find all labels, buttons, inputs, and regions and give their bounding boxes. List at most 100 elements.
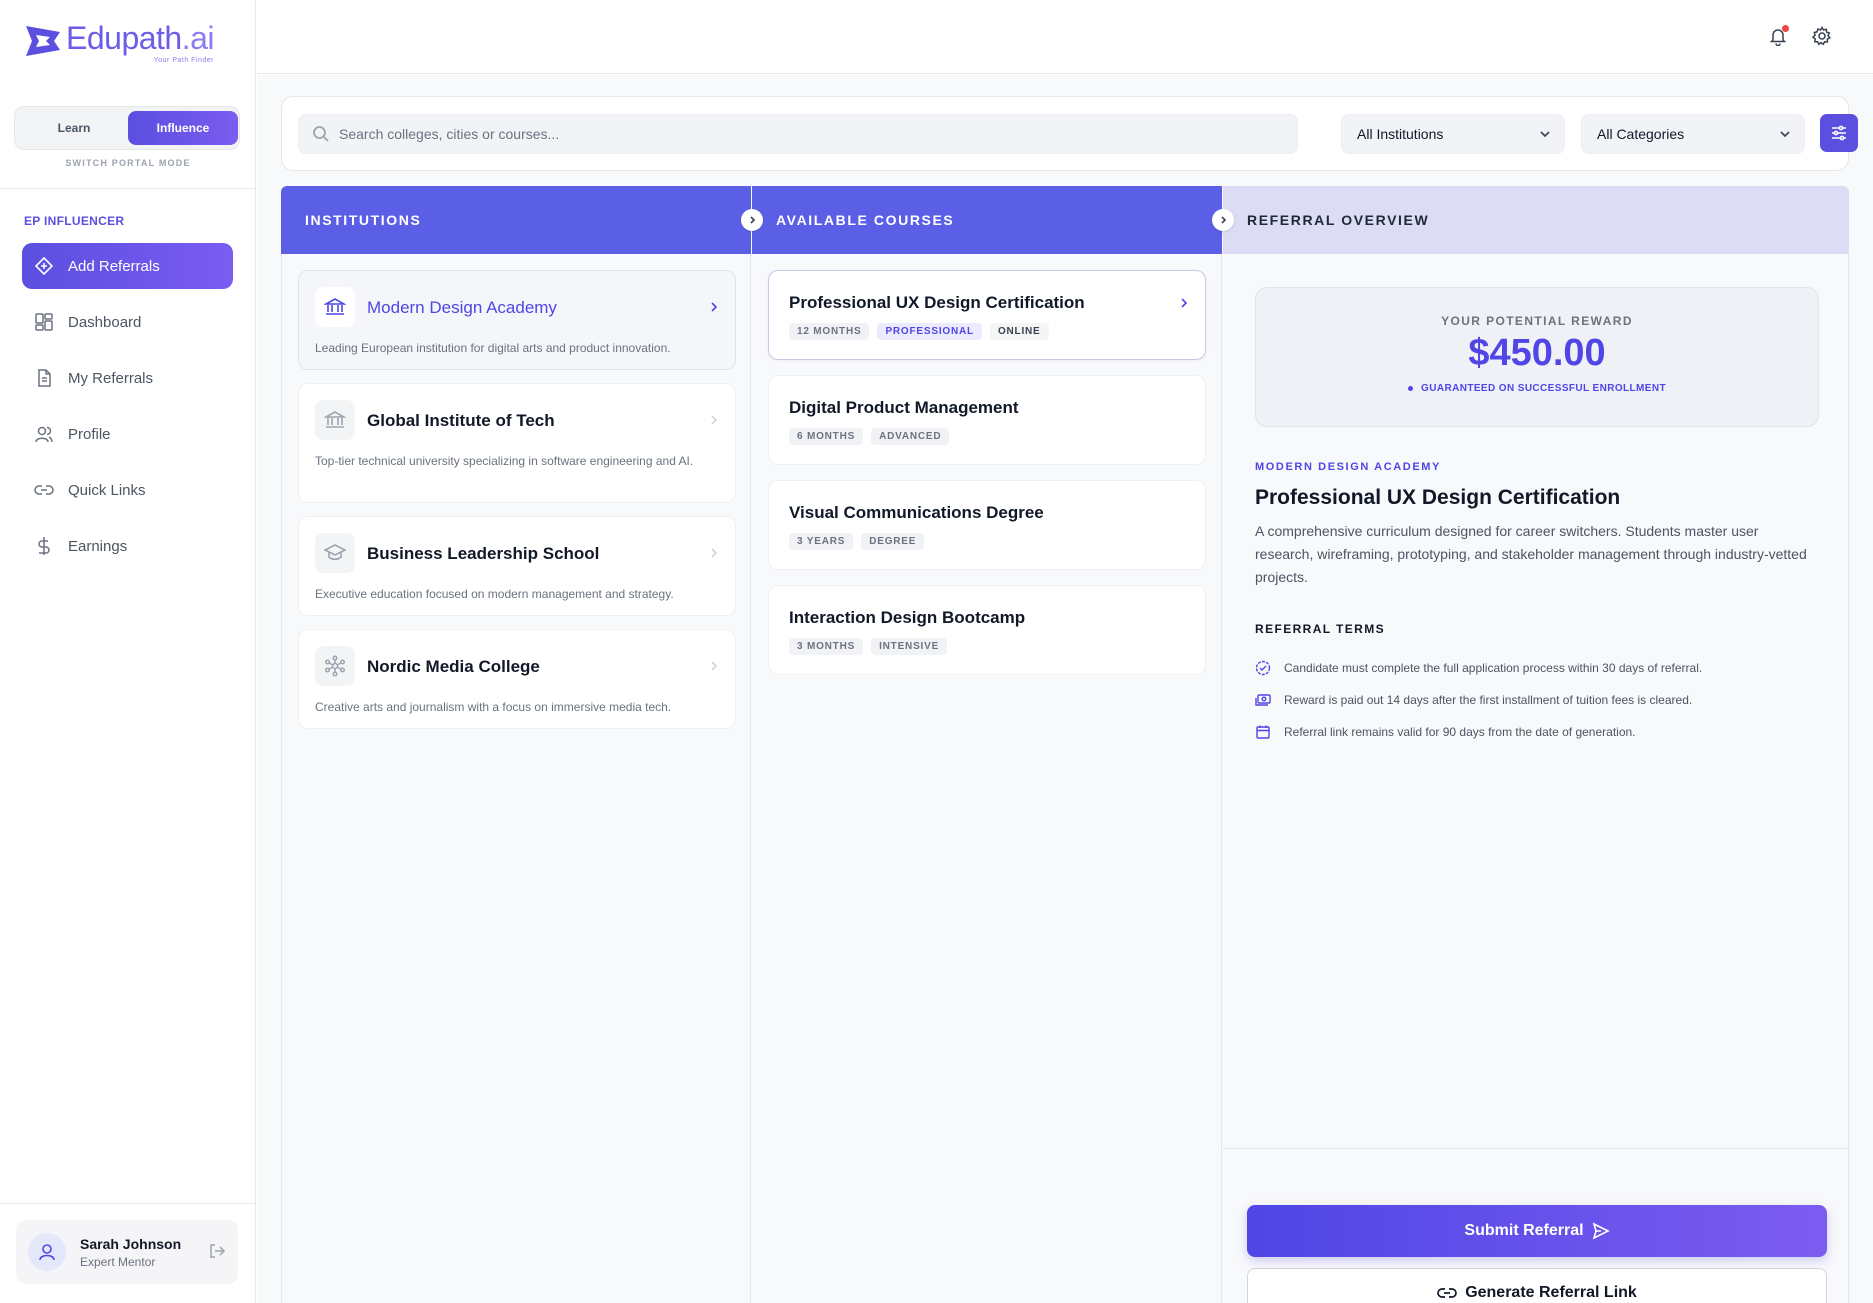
notification-dot [1782,25,1789,32]
chevron-right-icon [1181,298,1188,308]
course-title: Visual Communications Degree [789,503,1044,522]
institution-description: Executive education focused on modern ma… [315,587,674,601]
overview-course-title: Professional UX Design Certification [1255,486,1621,509]
term-item: Reward is paid out 14 days after the fir… [1255,684,1825,716]
categories-select-value: All Categories [1597,126,1685,142]
sidebar-item-earnings[interactable]: Earnings [22,523,233,569]
brand-name: Edupath.ai Your Path Finder [66,20,215,64]
network-icon [315,646,355,686]
institution-card[interactable]: Modern Design Academy Leading European i… [298,270,736,370]
sidebar: Edupath.ai Your Path Finder Learn Influe… [0,0,256,1303]
institution-description: Creative arts and journalism with a focu… [315,700,672,714]
column-arrow [1212,209,1234,231]
user-card[interactable]: Sarah Johnson Expert Mentor [16,1220,238,1284]
sidebar-item-label: Add Referrals [68,257,160,275]
logout-icon[interactable] [208,1242,226,1260]
sidebar-item-label: My Referrals [68,369,154,387]
institution-name: Nordic Media College [367,657,540,676]
institution-name: Business Leadership School [367,544,600,563]
reward-box: YOUR POTENTIAL REWARD $450.00 GUARANTEED… [1255,287,1819,427]
mode-learn-button[interactable]: Learn [19,111,129,145]
course-card[interactable]: Professional UX Design Certification 12 … [768,270,1206,360]
money-icon [1255,692,1271,708]
brand-logo[interactable]: Edupath.ai Your Path Finder [24,20,215,64]
chevron-right-icon [711,661,718,671]
bank-icon [315,287,355,327]
sliders-icon [1832,125,1846,141]
sidebar-item-add-referrals[interactable]: Add Referrals [22,243,233,289]
course-tag: 12 MONTHS [789,323,870,340]
sidebar-item-dashboard[interactable]: Dashboard [22,299,233,345]
institutions-column: Modern Design Academy Leading European i… [281,254,751,1303]
course-tag: 6 MONTHS [789,428,864,445]
sidebar-item-my-referrals[interactable]: My Referrals [22,355,233,401]
institution-name: Modern Design Academy [367,298,557,317]
chevron-right-icon [711,548,718,558]
overview-institution: MODERN DESIGN ACADEMY [1255,461,1441,473]
sidebar-item-label: Quick Links [68,481,146,499]
settings-button[interactable] [1811,26,1832,51]
portal-mode-switch: Learn Influence [14,106,240,150]
filter-settings-button[interactable] [1820,114,1858,152]
reward-label: YOUR POTENTIAL REWARD [1441,314,1633,328]
course-card[interactable]: Digital Product Management 6 MONTHS ADVA… [768,375,1206,465]
link-icon [1437,1288,1458,1298]
chevron-right-icon [711,302,718,312]
course-card[interactable]: Interaction Design Bootcamp 3 MONTHS INT… [768,585,1206,675]
main-content: Search colleges, cities or courses... Al… [257,75,1873,1303]
mode-influence-button[interactable]: Influence [128,111,238,145]
sidebar-item-label: Earnings [68,537,128,555]
course-title: Professional UX Design Certification [789,293,1085,312]
course-tag: 3 MONTHS [789,638,864,655]
sidebar-item-profile[interactable]: Profile [22,411,233,457]
notifications-button[interactable] [1768,25,1789,51]
submit-referral-button[interactable]: Submit Referral [1247,1205,1827,1257]
institution-card[interactable]: Business Leadership School Executive edu… [298,516,736,616]
course-title: Digital Product Management [789,398,1019,417]
submit-referral-label: Submit Referral [1464,1222,1584,1239]
users-icon [34,424,54,444]
bank-icon [315,400,355,440]
terms-heading: REFERRAL TERMS [1255,622,1386,636]
course-tag: 3 YEARS [789,533,854,550]
term-item: Referral link remains valid for 90 days … [1255,716,1825,748]
divider [0,188,256,189]
avatar [28,1233,66,1271]
term-item: Candidate must complete the full applica… [1255,652,1825,684]
course-tags: 3 YEARS DEGREE [789,533,925,550]
document-icon [34,368,54,388]
top-header [257,0,1873,74]
calendar-icon [1255,724,1271,740]
column-arrow [741,209,763,231]
chevron-right-icon [750,216,756,224]
categories-select[interactable]: All Categories [1581,114,1805,154]
reward-note: GUARANTEED ON SUCCESSFUL ENROLLMENT [1408,383,1666,394]
chevron-right-icon [1221,216,1227,224]
course-card[interactable]: Visual Communications Degree 3 YEARS DEG… [768,480,1206,570]
send-icon [1592,1222,1610,1240]
courses-column-header: AVAILABLE COURSES [752,186,1222,254]
chevron-down-icon [1540,131,1550,138]
institution-card[interactable]: Global Institute of Tech Top-tier techni… [298,383,736,503]
course-tag: INTENSIVE [871,638,948,655]
columns-header: INSTITUTIONS AVAILABLE COURSES REFERRAL … [281,186,1849,254]
generate-link-button[interactable]: Generate Referral Link [1247,1268,1827,1303]
institutions-select[interactable]: All Institutions [1341,114,1565,154]
institution-description: Top-tier technical university specializi… [315,454,694,468]
user-role: Expert Mentor [80,1254,156,1269]
course-tags: 6 MONTHS ADVANCED [789,428,950,445]
gear-icon [1811,26,1831,46]
sidebar-item-quick-links[interactable]: Quick Links [22,467,233,513]
search-input[interactable]: Search colleges, cities or courses... [298,114,1298,154]
institution-card[interactable]: Nordic Media College Creative arts and j… [298,629,736,729]
course-title: Interaction Design Bootcamp [789,608,1026,627]
search-filter-bar: Search colleges, cities or courses... Al… [281,96,1858,171]
search-placeholder: Search colleges, cities or courses... [339,126,560,142]
mode-caption: SWITCH PORTAL MODE [65,158,191,168]
dashboard-grid-icon [34,312,54,332]
course-tag: ONLINE [989,323,1049,340]
check-badge-icon [1255,660,1271,676]
sidebar-nav: Add Referrals Dashboard My Referrals Pro… [22,243,233,579]
course-tag: DEGREE [861,533,925,550]
search-icon [313,126,329,142]
